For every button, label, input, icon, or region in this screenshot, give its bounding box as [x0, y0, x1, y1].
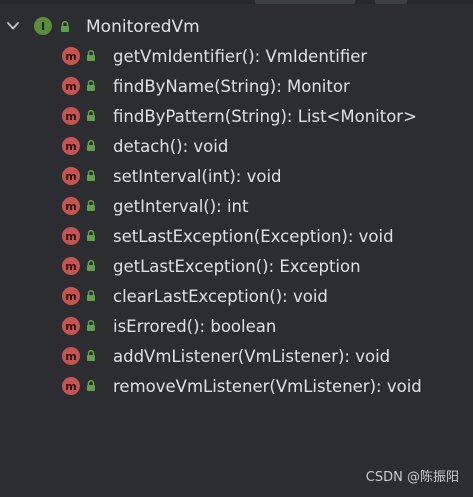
lock-icon — [87, 80, 95, 91]
method-label: findByName(String): Monitor — [113, 77, 350, 96]
method-icon: m — [62, 227, 80, 245]
method-label: addVmListener(VmListener): void — [113, 347, 391, 366]
method-label: findByPattern(String): List<Monitor> — [113, 107, 417, 126]
watermark: CSDN @陈振阳 — [365, 470, 459, 485]
method-item[interactable]: m findByPattern(String): List<Monitor> — [0, 102, 473, 132]
tree-root-label: MonitoredVm — [86, 17, 200, 37]
lock-icon — [87, 200, 95, 211]
lock-icon — [87, 170, 95, 181]
method-icon: m — [62, 287, 80, 305]
method-item[interactable]: m setLastException(Exception): void — [0, 222, 473, 252]
toolbar-tab-edge — [255, 0, 355, 4]
method-icon: m — [62, 197, 80, 215]
lock-icon — [87, 260, 95, 271]
method-item[interactable]: m findByName(String): Monitor — [0, 72, 473, 102]
method-label: isErrored(): boolean — [113, 317, 277, 336]
top-toolbar-strip — [0, 0, 473, 4]
interface-icon: I — [34, 17, 52, 35]
lock-icon — [87, 230, 95, 241]
method-icon: m — [62, 257, 80, 275]
method-label: getInterval(): int — [113, 197, 249, 216]
method-item[interactable]: m clearLastException(): void — [0, 282, 473, 312]
lock-icon — [87, 290, 95, 301]
method-item[interactable]: m isErrored(): boolean — [0, 312, 473, 342]
method-icon: m — [62, 167, 80, 185]
method-icon: m — [62, 107, 80, 125]
tree-root-node[interactable]: I MonitoredVm — [0, 13, 473, 41]
lock-icon — [87, 320, 95, 331]
method-icon: m — [62, 77, 80, 95]
method-item[interactable]: m getLastException(): Exception — [0, 252, 473, 282]
method-label: getVmIdentifier(): VmIdentifier — [113, 47, 368, 66]
method-icon: m — [62, 47, 80, 65]
toolbar-tab-edge — [375, 0, 407, 4]
lock-icon — [87, 380, 95, 391]
method-list: m getVmIdentifier(): VmIdentifier m find… — [0, 42, 473, 402]
method-item[interactable]: m getInterval(): int — [0, 192, 473, 222]
method-label: detach(): void — [113, 137, 229, 156]
method-label: clearLastException(): void — [113, 287, 328, 306]
method-icon: m — [62, 137, 80, 155]
method-label: removeVmListener(VmListener): void — [113, 377, 422, 396]
chevron-down-icon[interactable] — [6, 19, 20, 33]
lock-icon — [61, 21, 69, 32]
lock-icon — [87, 350, 95, 361]
lock-icon — [87, 50, 95, 61]
method-label: getLastException(): Exception — [113, 257, 361, 276]
method-item[interactable]: m setInterval(int): void — [0, 162, 473, 192]
lock-icon — [87, 110, 95, 121]
method-icon: m — [62, 377, 80, 395]
method-icon: m — [62, 347, 80, 365]
method-icon: m — [62, 317, 80, 335]
method-item[interactable]: m detach(): void — [0, 132, 473, 162]
method-item[interactable]: m removeVmListener(VmListener): void — [0, 372, 473, 402]
method-item[interactable]: m addVmListener(VmListener): void — [0, 342, 473, 372]
method-label: setLastException(Exception): void — [113, 227, 394, 246]
lock-icon — [87, 140, 95, 151]
method-label: setInterval(int): void — [113, 167, 282, 186]
method-item[interactable]: m getVmIdentifier(): VmIdentifier — [0, 42, 473, 72]
